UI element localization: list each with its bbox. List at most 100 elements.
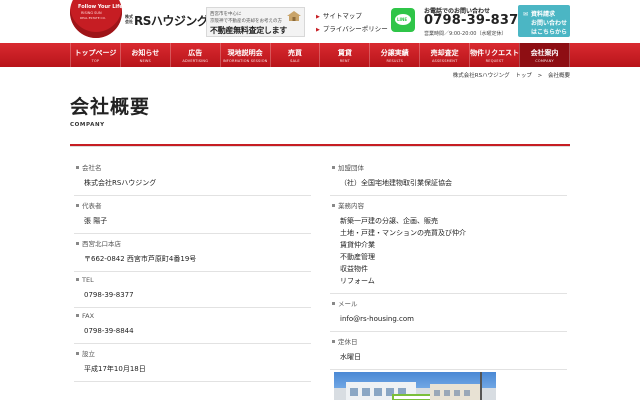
nav-label: 現地説明会: [227, 49, 263, 57]
document-request-button[interactable]: ✉ 資料請求 お問い合わせ はこちらから: [518, 5, 570, 37]
request-line-3: はこちらから: [531, 29, 568, 36]
house-icon: [287, 11, 301, 21]
field-label: 西宮北口本店: [76, 238, 311, 248]
field-value: 株式会社RSハウジング: [84, 179, 157, 187]
nav-label: 物件リクエスト: [470, 49, 520, 57]
site-header: Follow Your Life RISING SUN REAL ESTATE …: [0, 0, 640, 43]
bullet-square-icon: [76, 241, 79, 245]
field-label: FAX: [76, 312, 311, 320]
bullet-square-icon: [332, 165, 335, 169]
field-label: 設立: [76, 348, 311, 358]
breadcrumb-current: 会社概要: [547, 73, 570, 79]
list-item: 収益物件: [340, 265, 368, 273]
page-title-area: 会社概要 COMPANY: [70, 92, 570, 128]
nav-label: 賃貸: [337, 49, 352, 57]
nav-sublabel: REQUEST: [485, 59, 504, 63]
request-line-2: お問い合わせ: [531, 20, 568, 27]
nav-item-results[interactable]: 分譲実績 RESULTS: [369, 43, 419, 67]
nav-item-news[interactable]: お知らせ NEWS: [119, 43, 170, 67]
field-value: 水曜日: [340, 353, 361, 361]
request-line-1: 資料請求: [531, 11, 556, 18]
logo-prefix: 株式会社: [125, 14, 133, 24]
sitemap-link[interactable]: ▶ サイトマップ: [316, 10, 388, 23]
nav-label: お知らせ: [131, 49, 160, 57]
bullet-square-icon: [332, 339, 335, 343]
info-field-tel: TEL 0798-39-8377: [74, 272, 311, 308]
field-value: 張 陽子: [84, 217, 108, 225]
nav-sublabel: SALE: [290, 59, 300, 63]
free-appraisal-banner[interactable]: 西宮市を中心に 京阪神で不動産の売却をお考えの方 不動産無料査定します: [206, 7, 305, 37]
line-label: LINE: [397, 17, 408, 22]
logo-emblem[interactable]: Follow Your Life RISING SUN REAL ESTATE …: [70, 0, 123, 38]
nav-label: 分譲実績: [380, 49, 409, 57]
nav-item-company[interactable]: 会社案内 COMPANY: [519, 43, 571, 67]
list-item: 賃貸仲介業: [340, 241, 375, 249]
banner-line-2: 京阪神で不動産の売却をお考えの方: [210, 19, 282, 24]
company-logo-name[interactable]: RSハウジング: [134, 12, 209, 29]
nav-label: 会社案内: [530, 49, 559, 57]
company-info-left: 会社名 株式会社RSハウジング 代表者 張 陽子 西宮北口本店 〒662-084…: [74, 158, 311, 382]
bullet-square-icon: [76, 277, 79, 281]
field-label: 会社名: [76, 162, 311, 172]
field-label-text: 西宮北口本店: [82, 240, 121, 248]
nav-label: 売買: [288, 49, 302, 57]
global-nav: トップページ TOP お知らせ NEWS 広告 ADVERTISING 現地説明会 IN…: [0, 43, 640, 67]
field-value[interactable]: 0798-39-8377: [76, 289, 311, 301]
nav-sublabel: ASSESSMENT: [431, 59, 458, 63]
field-label-text: メール: [338, 300, 358, 308]
office-photo: [334, 372, 496, 400]
nav-item-request[interactable]: 物件リクエスト REQUEST: [469, 43, 519, 67]
field-label: 定休日: [332, 336, 567, 346]
field-value: 0798-39-8844: [84, 327, 134, 335]
field-label: メール: [332, 298, 567, 308]
field-label: TEL: [76, 276, 311, 284]
info-field-company-name: 会社名 株式会社RSハウジング: [74, 158, 311, 196]
bullet-square-icon: [332, 203, 335, 207]
info-field-association: 加盟団体 （社）全国宅地建物取引業保証協会: [330, 158, 567, 196]
field-label: 業務内容: [332, 200, 567, 210]
nav-item-information-session[interactable]: 現地説明会 INFORMATION SESSION: [219, 43, 270, 67]
list-item: 不動産管理: [340, 253, 375, 261]
nav-item-sale[interactable]: 売買 SALE: [269, 43, 320, 67]
phone-number[interactable]: 0798-39-8377: [424, 13, 528, 28]
breadcrumb-separator: >: [537, 73, 543, 79]
privacy-policy-link[interactable]: ▶ プライバシーポリシー: [316, 23, 388, 36]
banner-line-3: 不動産無料査定します: [210, 26, 287, 35]
logo-subline-2: REAL ESTATE CO.: [80, 16, 106, 20]
breadcrumb-site[interactable]: 株式会社RSハウジング: [453, 73, 510, 79]
nav-item-assessment[interactable]: 売却査定 ASSESSMENT: [419, 43, 469, 67]
nav-sublabel: NEWS: [139, 59, 151, 63]
field-value[interactable]: info@rs-housing.com: [332, 313, 567, 325]
bullet-square-icon: [76, 313, 79, 317]
breadcrumb-home[interactable]: トップ: [515, 73, 532, 79]
info-field-business: 業務内容 新築一戸建の分譲、企画、販売 土地・戸建・マンションの売買及び仲介 賃…: [330, 196, 567, 294]
bullet-square-icon: [76, 165, 79, 169]
bullet-square-icon: [76, 351, 79, 355]
arrow-right-icon: ▶: [316, 14, 320, 20]
list-item: 新築一戸建の分譲、企画、販売: [340, 217, 438, 225]
mail-icon: ✉: [523, 11, 529, 18]
field-value: （社）全国宅地建物取引業保証協会: [340, 179, 452, 187]
info-field-representative: 代表者 張 陽子: [74, 196, 311, 234]
field-label-text: 設立: [82, 350, 95, 358]
nav-item-top[interactable]: トップページ TOP: [70, 43, 120, 67]
field-value: 〒662-0842 西宮市芦原町4番19号: [84, 255, 197, 263]
nav-label: トップページ: [74, 49, 117, 57]
info-field-fax: FAX 0798-39-8844: [74, 308, 311, 344]
line-button[interactable]: LINE: [391, 8, 415, 32]
nav-sublabel: COMPANY: [535, 59, 554, 63]
sitemap-link-label: サイトマップ: [322, 12, 362, 20]
field-label-text: 加盟団体: [338, 164, 364, 172]
nav-item-advertising[interactable]: 広告 ADVERTISING: [169, 43, 220, 67]
nav-label: 広告: [188, 49, 203, 57]
business-list: 新築一戸建の分譲、企画、販売 土地・戸建・マンションの売買及び仲介 賃貸仲介業 …: [332, 215, 567, 287]
title-divider-shadow: [70, 146, 570, 147]
nav-item-rent[interactable]: 賃貸 RENT: [319, 43, 369, 67]
field-label-text: FAX: [82, 312, 95, 320]
logo-tagline: Follow Your Life: [78, 4, 123, 10]
nav-label: 売却査定: [430, 49, 459, 57]
breadcrumb: 株式会社RSハウジング トップ > 会社概要: [449, 71, 570, 79]
page-subtitle: COMPANY: [70, 122, 105, 128]
info-field-holiday: 定休日 水曜日: [330, 332, 567, 370]
logo-subline: RISING SUN: [81, 11, 102, 15]
